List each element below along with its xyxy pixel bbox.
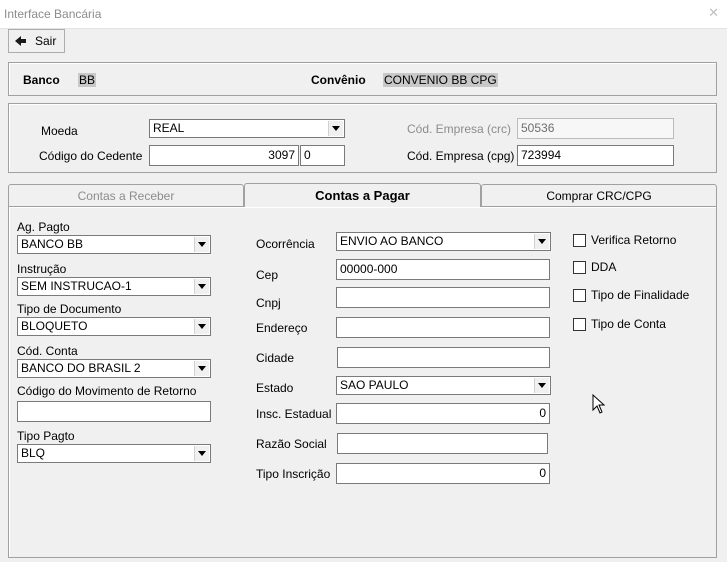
close-icon[interactable]: ✕	[708, 5, 719, 21]
razao-social-input[interactable]	[337, 433, 548, 454]
verifica-retorno-label: Verifica Retorno	[591, 233, 677, 247]
tab-contas-receber[interactable]: Contas a Receber	[8, 184, 244, 206]
chevron-down-icon[interactable]	[194, 446, 209, 461]
tipo-pagto-select[interactable]: BLQ	[17, 444, 211, 463]
empresa-crc-input[interactable]: 50536	[517, 118, 674, 139]
banco-value: BB	[78, 73, 97, 87]
tipo-inscricao-label: Tipo Inscrição	[256, 467, 331, 481]
cidade-input[interactable]	[337, 347, 550, 368]
convenio-label: Convênio	[311, 73, 366, 87]
ocorrencia-value: ENVIO AO BANCO	[340, 234, 444, 248]
banco-label: Banco	[23, 73, 60, 87]
endereco-input[interactable]	[336, 317, 550, 338]
insc-estadual-label: Insc. Estadual	[256, 407, 332, 421]
mouse-cursor-icon	[592, 394, 606, 414]
cedente-label: Código do Cedente	[39, 149, 143, 163]
cod-conta-label: Cód. Conta	[17, 344, 78, 358]
cep-input[interactable]: 00000-000	[336, 259, 550, 280]
tipo-finalidade-label: Tipo de Finalidade	[591, 288, 690, 302]
ocorrencia-label: Ocorrência	[256, 237, 315, 251]
tipo-doc-select[interactable]: BLOQUETO	[17, 317, 211, 336]
moeda-value: REAL	[153, 121, 185, 135]
endereco-label: Endereço	[256, 321, 308, 335]
tab-contas-pagar[interactable]: Contas a Pagar	[244, 183, 481, 207]
tipo-conta-checkbox[interactable]	[573, 318, 586, 331]
verifica-retorno-checkbox[interactable]	[573, 234, 586, 247]
chevron-down-icon[interactable]	[534, 234, 549, 249]
estado-value: SAO PAULO	[340, 378, 409, 392]
arrow-left-icon	[15, 36, 26, 46]
cod-conta-value: BANCO DO BRASIL 2	[21, 361, 141, 375]
cod-mov-label: Código do Movimento de Retorno	[17, 384, 197, 398]
chevron-down-icon[interactable]	[194, 237, 209, 252]
tipo-doc-value: BLOQUETO	[21, 319, 88, 333]
ag-pagto-select[interactable]: BANCO BB	[17, 235, 211, 254]
dda-label: DDA	[591, 260, 617, 274]
instrucao-value: SEM INSTRUCAO-1	[21, 279, 132, 293]
window-title: Interface Bancária	[4, 7, 102, 21]
cod-mov-input[interactable]	[17, 401, 211, 422]
empresa-crc-label: Cód. Empresa (crc)	[407, 122, 512, 136]
empresa-cpg-label: Cód. Empresa (cpg)	[407, 149, 515, 163]
tipo-doc-label: Tipo de Documento	[17, 302, 122, 316]
tipo-pagto-label: Tipo Pagto	[17, 429, 75, 443]
cod-conta-select[interactable]: BANCO DO BRASIL 2	[17, 359, 211, 378]
tipo-conta-label: Tipo de Conta	[591, 317, 666, 331]
tab-comprar-crc-cpg[interactable]: Comprar CRC/CPG	[481, 184, 717, 206]
instrucao-select[interactable]: SEM INSTRUCAO-1	[17, 277, 211, 296]
ag-pagto-label: Ag. Pagto	[17, 220, 70, 234]
estado-select[interactable]: SAO PAULO	[336, 376, 551, 395]
cep-label: Cep	[256, 268, 279, 282]
tipo-pagto-value: BLQ	[21, 446, 46, 460]
chevron-down-icon[interactable]	[194, 279, 209, 294]
dda-checkbox[interactable]	[573, 261, 586, 274]
tipo-inscricao-input[interactable]: 0	[336, 463, 550, 484]
exit-button[interactable]: Sair	[8, 29, 65, 53]
estado-label: Estado	[256, 381, 294, 395]
razao-social-label: Razão Social	[256, 437, 327, 451]
moeda-label: Moeda	[41, 124, 78, 138]
tipo-finalidade-checkbox[interactable]	[573, 289, 586, 302]
cedente-digit-input[interactable]: 0	[300, 145, 345, 166]
cedente-input[interactable]: 3097	[149, 145, 299, 166]
empresa-cpg-input[interactable]: 723994	[517, 145, 674, 166]
ocorrencia-select[interactable]: ENVIO AO BANCO	[336, 232, 551, 251]
cidade-label: Cidade	[256, 351, 295, 365]
cnpj-label: Cnpj	[256, 296, 281, 310]
exit-button-label: Sair	[35, 34, 57, 48]
chevron-down-icon[interactable]	[534, 378, 549, 393]
moeda-select[interactable]: REAL	[149, 119, 345, 138]
cnpj-input[interactable]	[336, 287, 550, 308]
chevron-down-icon[interactable]	[328, 121, 343, 136]
convenio-value: CONVENIO BB CPG	[383, 73, 498, 87]
title-bar: Interface Bancária ✕	[0, 0, 727, 29]
chevron-down-icon[interactable]	[194, 361, 209, 376]
insc-estadual-input[interactable]: 0	[336, 403, 550, 424]
ag-pagto-value: BANCO BB	[21, 237, 84, 251]
toolbar	[0, 29, 727, 56]
chevron-down-icon[interactable]	[194, 319, 209, 334]
instrucao-label: Instrução	[17, 262, 67, 276]
